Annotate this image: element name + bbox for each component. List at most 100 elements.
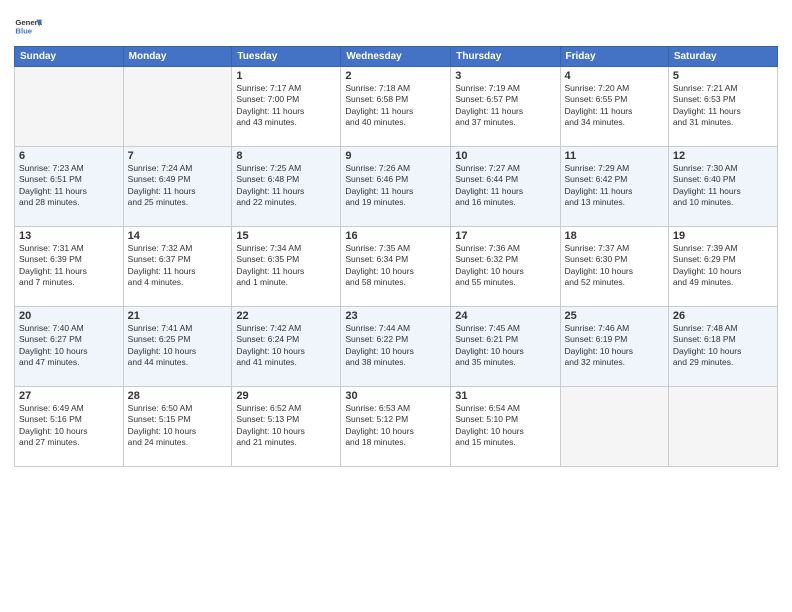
day-number: 23 [345, 310, 446, 322]
day-cell: 22Sunrise: 7:42 AM Sunset: 6:24 PM Dayli… [232, 307, 341, 387]
day-info: Sunrise: 7:35 AM Sunset: 6:34 PM Dayligh… [345, 243, 446, 289]
col-header-friday: Friday [560, 47, 668, 67]
day-info: Sunrise: 6:49 AM Sunset: 5:16 PM Dayligh… [19, 403, 119, 449]
day-info: Sunrise: 7:41 AM Sunset: 6:25 PM Dayligh… [128, 323, 228, 369]
day-cell: 13Sunrise: 7:31 AM Sunset: 6:39 PM Dayli… [15, 227, 124, 307]
day-cell [15, 67, 124, 147]
day-number: 28 [128, 390, 228, 402]
week-row-2: 6Sunrise: 7:23 AM Sunset: 6:51 PM Daylig… [15, 147, 778, 227]
col-header-thursday: Thursday [451, 47, 560, 67]
day-number: 26 [673, 310, 773, 322]
day-info: Sunrise: 7:21 AM Sunset: 6:53 PM Dayligh… [673, 83, 773, 129]
day-number: 18 [565, 230, 664, 242]
day-info: Sunrise: 7:42 AM Sunset: 6:24 PM Dayligh… [236, 323, 336, 369]
day-number: 5 [673, 70, 773, 82]
day-number: 16 [345, 230, 446, 242]
day-cell: 17Sunrise: 7:36 AM Sunset: 6:32 PM Dayli… [451, 227, 560, 307]
day-info: Sunrise: 7:29 AM Sunset: 6:42 PM Dayligh… [565, 163, 664, 209]
day-cell: 2Sunrise: 7:18 AM Sunset: 6:58 PM Daylig… [341, 67, 451, 147]
page: General Blue SundayMondayTuesdayWednesda… [0, 0, 792, 612]
day-info: Sunrise: 6:54 AM Sunset: 5:10 PM Dayligh… [455, 403, 555, 449]
day-info: Sunrise: 6:50 AM Sunset: 5:15 PM Dayligh… [128, 403, 228, 449]
day-number: 13 [19, 230, 119, 242]
day-cell: 6Sunrise: 7:23 AM Sunset: 6:51 PM Daylig… [15, 147, 124, 227]
day-cell: 5Sunrise: 7:21 AM Sunset: 6:53 PM Daylig… [668, 67, 777, 147]
day-number: 12 [673, 150, 773, 162]
day-info: Sunrise: 7:17 AM Sunset: 7:00 PM Dayligh… [236, 83, 336, 129]
day-number: 7 [128, 150, 228, 162]
day-number: 27 [19, 390, 119, 402]
day-cell: 30Sunrise: 6:53 AM Sunset: 5:12 PM Dayli… [341, 387, 451, 467]
day-cell: 20Sunrise: 7:40 AM Sunset: 6:27 PM Dayli… [15, 307, 124, 387]
day-number: 29 [236, 390, 336, 402]
day-cell: 18Sunrise: 7:37 AM Sunset: 6:30 PM Dayli… [560, 227, 668, 307]
day-number: 20 [19, 310, 119, 322]
day-info: Sunrise: 7:18 AM Sunset: 6:58 PM Dayligh… [345, 83, 446, 129]
day-info: Sunrise: 7:27 AM Sunset: 6:44 PM Dayligh… [455, 163, 555, 209]
day-info: Sunrise: 7:19 AM Sunset: 6:57 PM Dayligh… [455, 83, 555, 129]
day-number: 3 [455, 70, 555, 82]
day-number: 2 [345, 70, 446, 82]
day-number: 24 [455, 310, 555, 322]
day-info: Sunrise: 7:44 AM Sunset: 6:22 PM Dayligh… [345, 323, 446, 369]
day-cell: 9Sunrise: 7:26 AM Sunset: 6:46 PM Daylig… [341, 147, 451, 227]
col-header-sunday: Sunday [15, 47, 124, 67]
day-cell: 8Sunrise: 7:25 AM Sunset: 6:48 PM Daylig… [232, 147, 341, 227]
day-cell: 10Sunrise: 7:27 AM Sunset: 6:44 PM Dayli… [451, 147, 560, 227]
logo-icon: General Blue [14, 14, 42, 42]
day-info: Sunrise: 7:36 AM Sunset: 6:32 PM Dayligh… [455, 243, 555, 289]
day-number: 1 [236, 70, 336, 82]
day-info: Sunrise: 7:23 AM Sunset: 6:51 PM Dayligh… [19, 163, 119, 209]
col-header-tuesday: Tuesday [232, 47, 341, 67]
day-cell: 29Sunrise: 6:52 AM Sunset: 5:13 PM Dayli… [232, 387, 341, 467]
day-info: Sunrise: 7:25 AM Sunset: 6:48 PM Dayligh… [236, 163, 336, 209]
calendar: SundayMondayTuesdayWednesdayThursdayFrid… [14, 46, 778, 467]
header: General Blue [14, 10, 778, 42]
week-row-1: 1Sunrise: 7:17 AM Sunset: 7:00 PM Daylig… [15, 67, 778, 147]
day-cell [123, 67, 232, 147]
day-info: Sunrise: 7:48 AM Sunset: 6:18 PM Dayligh… [673, 323, 773, 369]
header-row: SundayMondayTuesdayWednesdayThursdayFrid… [15, 47, 778, 67]
day-info: Sunrise: 7:46 AM Sunset: 6:19 PM Dayligh… [565, 323, 664, 369]
col-header-wednesday: Wednesday [341, 47, 451, 67]
day-cell: 31Sunrise: 6:54 AM Sunset: 5:10 PM Dayli… [451, 387, 560, 467]
week-row-5: 27Sunrise: 6:49 AM Sunset: 5:16 PM Dayli… [15, 387, 778, 467]
day-cell: 4Sunrise: 7:20 AM Sunset: 6:55 PM Daylig… [560, 67, 668, 147]
day-info: Sunrise: 7:37 AM Sunset: 6:30 PM Dayligh… [565, 243, 664, 289]
day-cell: 21Sunrise: 7:41 AM Sunset: 6:25 PM Dayli… [123, 307, 232, 387]
day-number: 22 [236, 310, 336, 322]
day-cell: 24Sunrise: 7:45 AM Sunset: 6:21 PM Dayli… [451, 307, 560, 387]
day-info: Sunrise: 7:39 AM Sunset: 6:29 PM Dayligh… [673, 243, 773, 289]
day-info: Sunrise: 7:20 AM Sunset: 6:55 PM Dayligh… [565, 83, 664, 129]
svg-text:Blue: Blue [15, 27, 32, 36]
day-info: Sunrise: 7:45 AM Sunset: 6:21 PM Dayligh… [455, 323, 555, 369]
day-number: 8 [236, 150, 336, 162]
col-header-saturday: Saturday [668, 47, 777, 67]
day-info: Sunrise: 7:26 AM Sunset: 6:46 PM Dayligh… [345, 163, 446, 209]
day-cell: 15Sunrise: 7:34 AM Sunset: 6:35 PM Dayli… [232, 227, 341, 307]
day-cell: 27Sunrise: 6:49 AM Sunset: 5:16 PM Dayli… [15, 387, 124, 467]
day-info: Sunrise: 7:31 AM Sunset: 6:39 PM Dayligh… [19, 243, 119, 289]
day-info: Sunrise: 7:34 AM Sunset: 6:35 PM Dayligh… [236, 243, 336, 289]
day-info: Sunrise: 7:24 AM Sunset: 6:49 PM Dayligh… [128, 163, 228, 209]
day-cell: 3Sunrise: 7:19 AM Sunset: 6:57 PM Daylig… [451, 67, 560, 147]
day-number: 21 [128, 310, 228, 322]
day-cell: 19Sunrise: 7:39 AM Sunset: 6:29 PM Dayli… [668, 227, 777, 307]
day-info: Sunrise: 7:32 AM Sunset: 6:37 PM Dayligh… [128, 243, 228, 289]
day-cell: 16Sunrise: 7:35 AM Sunset: 6:34 PM Dayli… [341, 227, 451, 307]
day-cell [560, 387, 668, 467]
day-number: 6 [19, 150, 119, 162]
day-cell: 28Sunrise: 6:50 AM Sunset: 5:15 PM Dayli… [123, 387, 232, 467]
day-info: Sunrise: 7:40 AM Sunset: 6:27 PM Dayligh… [19, 323, 119, 369]
day-number: 17 [455, 230, 555, 242]
day-number: 4 [565, 70, 664, 82]
day-number: 19 [673, 230, 773, 242]
day-info: Sunrise: 7:30 AM Sunset: 6:40 PM Dayligh… [673, 163, 773, 209]
day-number: 14 [128, 230, 228, 242]
day-number: 30 [345, 390, 446, 402]
day-cell: 26Sunrise: 7:48 AM Sunset: 6:18 PM Dayli… [668, 307, 777, 387]
day-cell: 7Sunrise: 7:24 AM Sunset: 6:49 PM Daylig… [123, 147, 232, 227]
day-number: 9 [345, 150, 446, 162]
day-number: 15 [236, 230, 336, 242]
day-cell: 1Sunrise: 7:17 AM Sunset: 7:00 PM Daylig… [232, 67, 341, 147]
